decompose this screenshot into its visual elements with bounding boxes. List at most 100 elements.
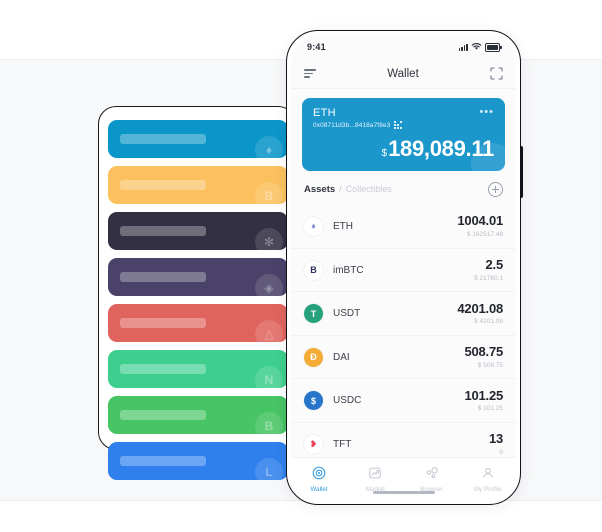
token-card-placeholder-bar bbox=[120, 410, 206, 420]
page-title: Wallet bbox=[387, 67, 419, 80]
token-card-watermark-icon: B bbox=[255, 182, 283, 204]
asset-values: 4201.08 $ 4201.08 bbox=[457, 300, 503, 326]
asset-row[interactable]: ❥ TFT 13 0 bbox=[291, 421, 516, 457]
market-chart-icon bbox=[368, 466, 382, 485]
token-card-watermark-icon: ♦ bbox=[255, 136, 283, 158]
balance-symbol: ETH bbox=[313, 107, 336, 119]
tab-wallet[interactable]: Wallet bbox=[291, 466, 347, 493]
assets-tab-separator: / bbox=[339, 184, 342, 195]
asset-amount: 1004.01 bbox=[457, 213, 503, 229]
token-card-placeholder-bar bbox=[120, 226, 206, 236]
wifi-icon bbox=[471, 43, 482, 50]
plus-circle-icon[interactable] bbox=[488, 182, 503, 198]
token-card-placeholder-bar bbox=[120, 456, 206, 466]
token-card-stack: ♦ B ✻ ◈ △ N B L bbox=[108, 120, 288, 480]
asset-symbol: USDC bbox=[333, 395, 362, 407]
asset-amount: 4201.08 bbox=[457, 300, 503, 316]
asset-fiat-value: $ 4201.08 bbox=[474, 318, 503, 326]
coin-icon: Đ bbox=[304, 347, 323, 367]
home-indicator bbox=[372, 491, 435, 494]
phone-screen: 9:41 Wallet ETH ••• 0x08711d3b...8418a7f… bbox=[291, 35, 516, 500]
status-time: 9:41 bbox=[307, 42, 326, 52]
coin-icon: $ bbox=[304, 391, 323, 411]
nav-bar: Wallet bbox=[291, 59, 516, 89]
balance-more-icon[interactable]: ••• bbox=[479, 107, 494, 118]
asset-symbol: ETH bbox=[333, 220, 353, 232]
token-card-placeholder[interactable]: △ bbox=[108, 304, 288, 342]
token-card-placeholder[interactable]: ◈ bbox=[108, 258, 288, 296]
asset-fiat-value: $ 162517.48 bbox=[466, 230, 503, 238]
asset-values: 2.5 $ 21760.1 bbox=[474, 257, 504, 282]
token-card-placeholder[interactable]: N bbox=[108, 350, 288, 388]
asset-row[interactable]: ♦ ETH 1004.01 $ 162517.48 bbox=[291, 204, 516, 248]
coin-icon: B bbox=[304, 260, 323, 280]
tab-label: Wallet bbox=[310, 486, 328, 493]
status-bar: 9:41 bbox=[291, 35, 516, 59]
token-card-placeholder-bar bbox=[120, 272, 206, 282]
phone-mockup: 9:41 Wallet ETH ••• 0x08711d3b...8418a7f… bbox=[286, 30, 521, 505]
asset-amount: 13 bbox=[488, 431, 503, 447]
wallet-address-row[interactable]: 0x08711d3b...8418a7f8e3 bbox=[313, 121, 494, 129]
token-card-watermark-icon: △ bbox=[255, 320, 283, 342]
asset-amount: 101.25 bbox=[464, 387, 503, 403]
tab-assets[interactable]: Assets bbox=[304, 184, 335, 195]
tab-collectibles[interactable]: Collectibles bbox=[346, 184, 392, 194]
token-card-watermark-icon: L bbox=[255, 458, 283, 480]
asset-symbol: TFT bbox=[333, 438, 352, 450]
qr-code-icon[interactable] bbox=[394, 121, 403, 129]
token-card-placeholder-bar bbox=[120, 364, 206, 374]
asset-list: ♦ ETH 1004.01 $ 162517.48 BimBTC 2.5 $ 21760.1… bbox=[291, 204, 516, 457]
token-card-watermark-icon: ✻ bbox=[255, 228, 283, 250]
assets-tabs: Assets / Collectibles bbox=[304, 184, 392, 195]
browser-nodes-icon bbox=[425, 466, 439, 485]
user-profile-icon bbox=[481, 466, 495, 485]
coin-icon: ♦ bbox=[304, 216, 323, 236]
token-card-placeholder[interactable]: L bbox=[108, 442, 288, 480]
token-card-watermark-icon: N bbox=[255, 366, 283, 388]
token-card-placeholder-bar bbox=[120, 318, 206, 328]
token-card-placeholder[interactable]: ✻ bbox=[108, 212, 288, 250]
balance-currency-symbol: $ bbox=[381, 148, 388, 159]
tab-label: My Profile bbox=[474, 486, 502, 493]
asset-fiat-value: 0 bbox=[499, 448, 503, 456]
asset-values: 101.25 $ 101.25 bbox=[464, 387, 503, 413]
wallet-target-icon bbox=[312, 466, 326, 485]
asset-fiat-value: $ 508.75 bbox=[477, 361, 503, 369]
asset-amount: 508.75 bbox=[464, 344, 503, 360]
asset-values: 508.75 $ 508.75 bbox=[464, 344, 503, 369]
eth-balance-card[interactable]: ETH ••• 0x08711d3b...8418a7f8e3 $ 189,08… bbox=[302, 98, 505, 172]
tab-market[interactable]: Market bbox=[347, 466, 403, 493]
asset-row[interactable]: $ USDC 101.25 $ 101.25 bbox=[291, 378, 516, 422]
assets-header: Assets / Collectibles bbox=[291, 171, 516, 204]
asset-symbol: imBTC bbox=[333, 264, 364, 276]
token-card-placeholder-bar bbox=[120, 180, 206, 190]
asset-symbol: USDT bbox=[333, 308, 361, 320]
tab-my-profile[interactable]: My Profile bbox=[460, 466, 516, 493]
asset-row[interactable]: Đ DAI 508.75 $ 508.75 bbox=[291, 334, 516, 379]
asset-fiat-value: $ 101.25 bbox=[477, 405, 503, 413]
token-card-placeholder-bar bbox=[120, 134, 206, 144]
asset-symbol: DAI bbox=[333, 351, 350, 363]
tab-browser[interactable]: Browser bbox=[404, 466, 460, 493]
hamburger-menu-icon[interactable] bbox=[304, 69, 316, 78]
asset-values: 1004.01 $ 162517.48 bbox=[457, 213, 503, 238]
token-card-watermark-icon: B bbox=[255, 412, 283, 434]
token-card-placeholder[interactable]: ♦ bbox=[108, 120, 288, 158]
token-card-placeholder[interactable]: B bbox=[108, 396, 288, 434]
token-card-placeholder[interactable]: B bbox=[108, 166, 288, 204]
balance-amount-row: $ 189,089.11 bbox=[313, 136, 495, 162]
asset-fiat-value: $ 21760.1 bbox=[474, 274, 503, 282]
coin-icon: ❥ bbox=[304, 434, 323, 454]
scan-qr-icon[interactable] bbox=[490, 67, 503, 80]
asset-amount: 2.5 bbox=[485, 257, 504, 273]
status-indicators bbox=[458, 42, 502, 52]
asset-row[interactable]: BimBTC 2.5 $ 21760.1 bbox=[291, 247, 516, 292]
coin-icon: T bbox=[304, 304, 323, 324]
cellular-signal-icon bbox=[458, 43, 468, 51]
asset-row[interactable]: T USDT 4201.08 $ 4201.08 bbox=[291, 291, 516, 335]
balance-card-top: ETH ••• bbox=[313, 107, 494, 120]
battery-icon bbox=[485, 42, 502, 52]
asset-values: 13 0 bbox=[488, 431, 503, 456]
token-card-watermark-icon: ◈ bbox=[255, 274, 283, 296]
wallet-address: 0x08711d3b...8418a7f8e3 bbox=[313, 121, 391, 129]
